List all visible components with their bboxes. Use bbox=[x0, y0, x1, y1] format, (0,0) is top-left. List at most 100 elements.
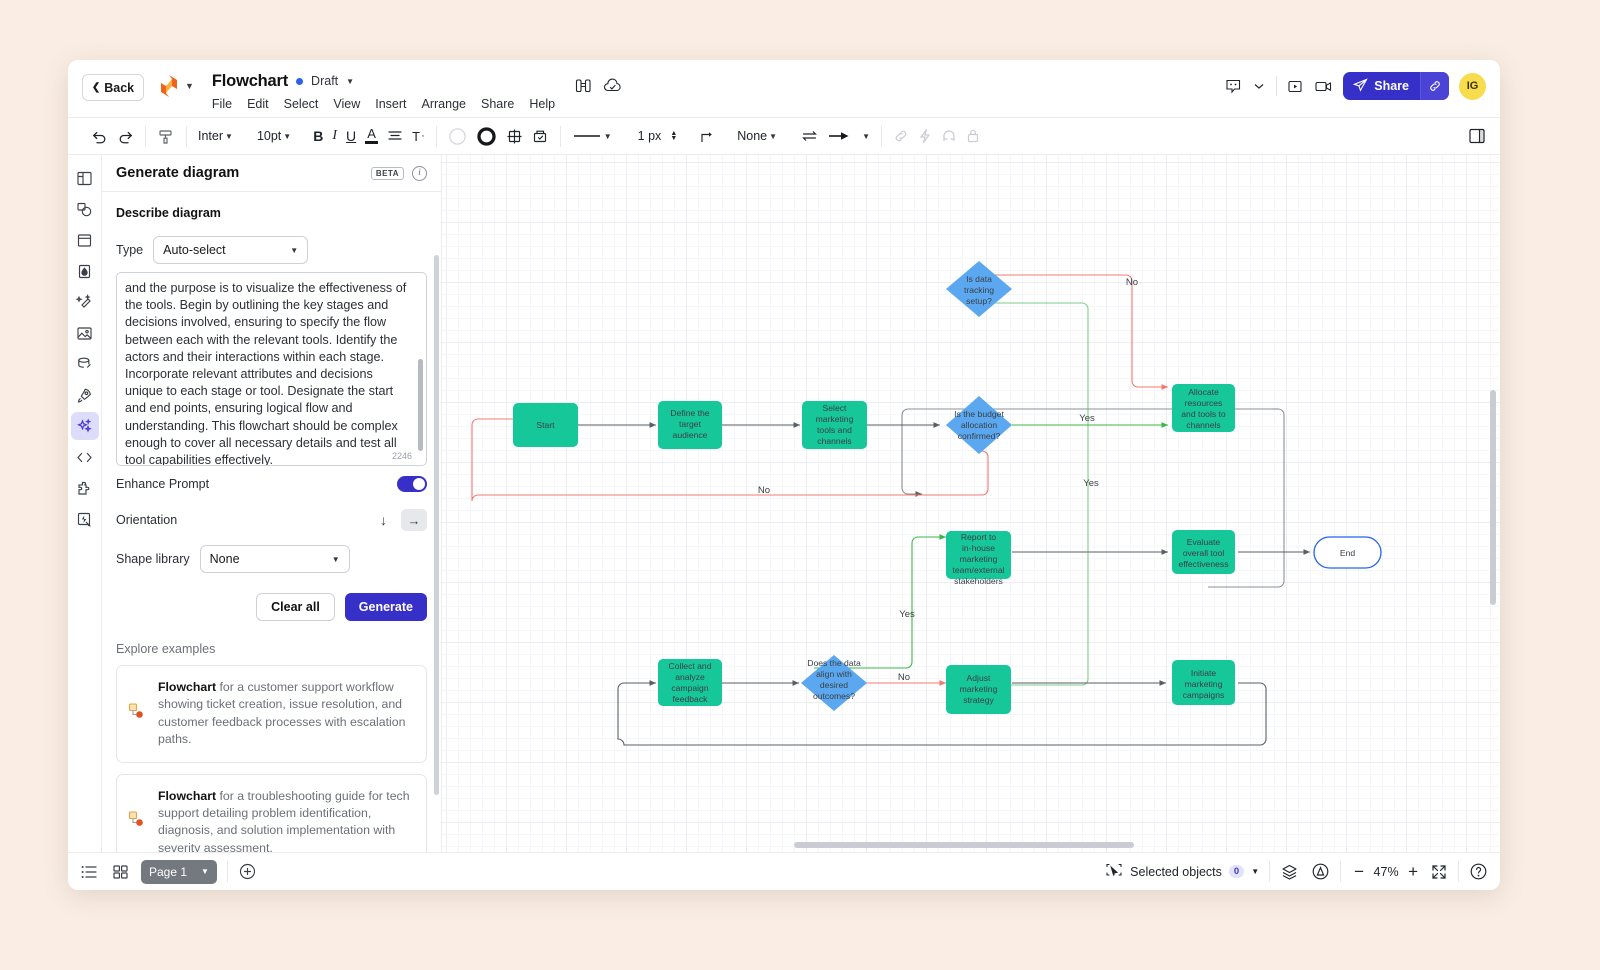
sidebar-item-plugins[interactable] bbox=[71, 474, 99, 502]
arrow-end-icon[interactable] bbox=[827, 130, 851, 142]
shape-fill-icon[interactable] bbox=[448, 127, 467, 146]
diagram-canvas[interactable]: Yes No No Yes No Yes Start Define the ta… bbox=[442, 155, 1500, 852]
format-painter-icon[interactable] bbox=[157, 128, 175, 145]
node-data-alignment-decision[interactable]: Does the data align with desired outcome… bbox=[801, 655, 867, 711]
canvas-horizontal-scrollbar[interactable] bbox=[794, 842, 1134, 848]
generate-button[interactable]: Generate bbox=[344, 593, 427, 621]
align-icon[interactable] bbox=[387, 129, 403, 143]
node-start[interactable]: Start bbox=[513, 403, 578, 447]
zoom-level[interactable]: 47% bbox=[1367, 865, 1405, 879]
node-define-target-audience[interactable]: Define the target audience bbox=[658, 401, 722, 449]
enhance-prompt-toggle[interactable] bbox=[397, 476, 427, 492]
node-report-to-stakeholders[interactable]: Report to in-house marketing team/extern… bbox=[946, 531, 1011, 586]
plus-circle-icon[interactable] bbox=[238, 862, 257, 881]
sidebar-item-code[interactable] bbox=[71, 443, 99, 471]
layers-icon[interactable] bbox=[1280, 863, 1299, 881]
text-options-button[interactable]: T · bbox=[412, 129, 425, 144]
corner-style-icon[interactable] bbox=[699, 128, 715, 144]
example-card[interactable]: Flowchart for a troubleshooting guide fo… bbox=[116, 773, 427, 852]
line-style-select[interactable]: ▼ bbox=[572, 131, 612, 141]
status-badge[interactable]: Draft bbox=[311, 74, 338, 88]
selected-objects-menu[interactable]: Selected objects 0 ▼ bbox=[1105, 862, 1259, 882]
node-collect-feedback[interactable]: Collect and analyze campaign feedback bbox=[658, 659, 722, 706]
menu-view[interactable]: View bbox=[333, 97, 360, 111]
share-button[interactable]: Share bbox=[1343, 72, 1449, 100]
crop-icon[interactable] bbox=[506, 128, 523, 145]
node-initiate-campaigns[interactable]: Initiate marketing campaigns bbox=[1172, 660, 1235, 705]
video-icon[interactable] bbox=[1314, 79, 1333, 94]
sidebar-item-frames[interactable] bbox=[71, 226, 99, 254]
sidebar-item-images[interactable] bbox=[71, 319, 99, 347]
magnet-icon[interactable] bbox=[941, 129, 957, 144]
node-data-tracking-decision[interactable]: Is data tracking setup? bbox=[946, 261, 1012, 317]
line-cap-select[interactable]: None ▼ bbox=[737, 129, 777, 143]
canvas-vertical-scrollbar[interactable] bbox=[1490, 390, 1496, 605]
node-adjust-strategy[interactable]: Adjust marketing strategy bbox=[946, 665, 1011, 714]
arrow-swap-icon[interactable] bbox=[801, 129, 818, 143]
menu-arrange[interactable]: Arrange bbox=[422, 97, 466, 111]
list-view-icon[interactable] bbox=[80, 864, 98, 880]
example-card[interactable]: Flowchart for a customer support workflo… bbox=[116, 665, 427, 763]
prompt-textarea[interactable]: and the purpose is to visualize the effe… bbox=[116, 272, 427, 466]
line-width-value[interactable]: 1 px bbox=[638, 129, 662, 143]
lock-icon[interactable] bbox=[966, 128, 980, 144]
page-selector[interactable]: Page 1 ▼ bbox=[141, 859, 217, 884]
zoom-in-button[interactable]: + bbox=[1405, 862, 1421, 882]
share-button-main[interactable]: Share bbox=[1343, 77, 1420, 95]
node-budget-allocation-decision[interactable]: Is the budget allocation confirmed? bbox=[946, 396, 1012, 454]
fit-screen-icon[interactable] bbox=[1430, 863, 1448, 881]
node-allocate-resources[interactable]: Allocate resources and tools to channels bbox=[1172, 384, 1235, 432]
grid-view-icon[interactable] bbox=[112, 864, 129, 880]
accessibility-icon[interactable] bbox=[1311, 862, 1330, 881]
menu-file[interactable]: File bbox=[212, 97, 232, 111]
back-button[interactable]: ❮ Back bbox=[82, 74, 144, 101]
orientation-horizontal-button[interactable]: → bbox=[401, 509, 427, 531]
menu-share[interactable]: Share bbox=[481, 97, 514, 111]
chevron-down-icon[interactable]: ▼ bbox=[346, 77, 354, 86]
brand-logo-menu[interactable]: ▼ bbox=[158, 74, 194, 98]
avatar[interactable]: IG bbox=[1459, 72, 1486, 100]
redo-icon[interactable] bbox=[117, 129, 134, 144]
bold-button[interactable]: B bbox=[313, 128, 323, 144]
prompt-scrollbar[interactable] bbox=[418, 359, 423, 451]
panel-scrollbar[interactable] bbox=[434, 255, 439, 795]
sidebar-item-shapes[interactable] bbox=[71, 195, 99, 223]
menu-insert[interactable]: Insert bbox=[375, 97, 406, 111]
sidebar-item-rocket[interactable] bbox=[71, 381, 99, 409]
clear-all-button[interactable]: Clear all bbox=[256, 593, 335, 621]
line-width-stepper[interactable]: ▲ ▼ bbox=[670, 130, 677, 142]
menu-edit[interactable]: Edit bbox=[247, 97, 269, 111]
node-end[interactable]: End bbox=[1313, 536, 1382, 569]
type-select[interactable]: Auto-select ▼ bbox=[153, 236, 309, 264]
lightning-icon[interactable] bbox=[918, 128, 932, 144]
font-size-select[interactable]: 10pt ▼ bbox=[257, 129, 291, 143]
cloud-check-icon[interactable] bbox=[603, 78, 623, 94]
shape-library-select[interactable]: None ▼ bbox=[199, 545, 350, 573]
stamp-icon[interactable] bbox=[532, 128, 549, 145]
sidebar-item-magic-wand[interactable] bbox=[71, 288, 99, 316]
sidebar-item-data[interactable] bbox=[71, 350, 99, 378]
italic-button[interactable]: I bbox=[332, 128, 337, 144]
info-icon[interactable]: i bbox=[412, 165, 427, 181]
help-icon[interactable] bbox=[1469, 862, 1488, 881]
chevron-down-icon[interactable] bbox=[1252, 79, 1266, 93]
undo-icon[interactable] bbox=[91, 129, 108, 144]
orientation-vertical-button[interactable]: ↓ bbox=[380, 512, 387, 528]
sidebar-item-generate-diagram[interactable] bbox=[70, 412, 99, 440]
font-family-select[interactable]: Inter ▼ bbox=[198, 129, 233, 143]
shape-outline-icon[interactable] bbox=[476, 126, 497, 147]
sidebar-item-theme[interactable] bbox=[71, 257, 99, 285]
node-evaluate-effectiveness[interactable]: Evaluate overall tool effectiveness bbox=[1172, 530, 1235, 574]
node-select-marketing-tools[interactable]: Select marketing tools and channels bbox=[802, 401, 867, 449]
underline-button[interactable]: U bbox=[346, 128, 356, 144]
link-icon[interactable] bbox=[893, 128, 909, 144]
binoculars-icon[interactable] bbox=[575, 78, 592, 94]
menu-help[interactable]: Help bbox=[529, 97, 555, 111]
present-icon[interactable] bbox=[1287, 79, 1304, 94]
menu-select[interactable]: Select bbox=[284, 97, 319, 111]
sidebar-item-automation[interactable] bbox=[71, 505, 99, 533]
sidebar-item-layout[interactable] bbox=[71, 164, 99, 192]
right-panel-icon[interactable] bbox=[1468, 127, 1486, 150]
comment-icon[interactable] bbox=[1225, 78, 1242, 94]
copy-link-button[interactable] bbox=[1420, 72, 1449, 100]
